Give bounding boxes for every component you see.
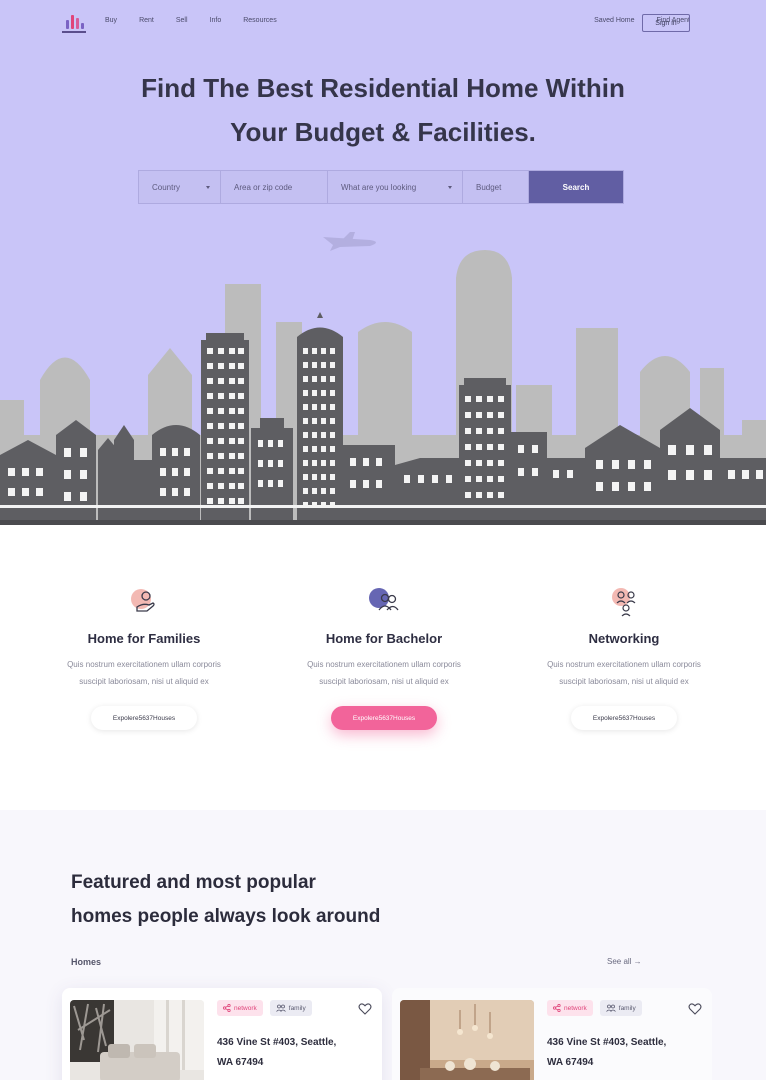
home-tags: network family: [217, 1000, 312, 1016]
feature-title: Home for Families: [87, 631, 201, 646]
looking-for-label: What are you looking: [341, 182, 417, 192]
people-icon: [367, 585, 401, 619]
tag-network[interactable]: network: [547, 1000, 593, 1016]
heart-icon[interactable]: [358, 1002, 372, 1016]
hero-headline: Find The Best Residential Home Within Yo…: [0, 66, 766, 154]
feature-card-networking: Networking Quis nostrum exercitationem u…: [534, 585, 714, 730]
budget-label: Budget: [476, 182, 502, 192]
airplane-icon: [323, 232, 376, 251]
share-icon: [223, 1004, 231, 1012]
tag-label: family: [288, 1004, 306, 1012]
home-address-line1: 436 Vine St #403, Seattle,: [547, 1037, 667, 1048]
home-address-line1: 436 Vine St #403, Seattle,: [217, 1037, 337, 1048]
chevron-down-icon: [448, 186, 452, 189]
home-photo-dining-room: [400, 1000, 534, 1080]
feature-description: Quis nostrum exercitationem ullam corpor…: [307, 660, 461, 686]
explore-houses-button[interactable]: Expolere5637Houses: [571, 706, 677, 730]
nav-link-buy[interactable]: Buy: [105, 17, 117, 24]
see-all-link[interactable]: See all →: [607, 957, 642, 966]
home-photo-living-room: [70, 1000, 204, 1080]
home-tags: network family: [547, 1000, 642, 1016]
tag-family[interactable]: family: [269, 1000, 312, 1016]
nav-link-sell[interactable]: Sell: [176, 17, 188, 24]
feature-description: Quis nostrum exercitationem ullam corpor…: [547, 660, 701, 686]
nav-link-rent[interactable]: Rent: [139, 17, 154, 24]
home-address-line2: WA 67494: [217, 1057, 264, 1068]
area-zip-placeholder: Area or zip code: [234, 182, 293, 192]
nav-links: Buy Rent Sell Info Resources: [105, 17, 277, 24]
features-section: Home for Families Quis nostrum exercitat…: [0, 525, 766, 810]
tag-label: network: [564, 1004, 587, 1012]
share-icon: [553, 1004, 561, 1012]
people-icon: [275, 1004, 286, 1012]
section-title-line2: homes people always look around: [71, 906, 381, 927]
search-button[interactable]: Search: [529, 171, 623, 203]
country-select-label: Country: [152, 182, 181, 192]
tag-family[interactable]: family: [599, 1000, 642, 1016]
people-icon: [605, 1004, 616, 1012]
feature-card-bachelor: Home for Bachelor Quis nostrum exercitat…: [294, 585, 474, 730]
hero-headline-line1: Find The Best Residential Home Within: [141, 73, 625, 103]
home-address: 436 Vine St #403, Seattle, WA 67494: [547, 1033, 707, 1073]
feature-title: Networking: [588, 631, 660, 646]
home-address: 436 Vine St #403, Seattle, WA 67494: [217, 1033, 377, 1073]
nav-link-info[interactable]: Info: [210, 17, 222, 24]
budget-input[interactable]: Budget: [463, 171, 529, 203]
area-zip-input[interactable]: Area or zip code: [221, 171, 328, 203]
family-hand-icon: [127, 585, 161, 619]
looking-for-select[interactable]: What are you looking: [328, 171, 463, 203]
nav-link-resources[interactable]: Resources: [243, 17, 276, 24]
logo[interactable]: [62, 11, 86, 33]
feature-description: Quis nostrum exercitationem ullam corpor…: [67, 660, 221, 686]
search-bar: Country Area or zip code What are you lo…: [138, 170, 624, 204]
featured-homes-section: Featured and most popular homes people a…: [0, 810, 766, 1080]
sign-in-button[interactable]: Sign in: [642, 14, 690, 32]
heart-icon[interactable]: [688, 1002, 702, 1016]
chevron-down-icon: [206, 186, 210, 189]
home-card[interactable]: network family 436 Vine St #403, Seattle…: [62, 988, 382, 1080]
hero-headline-line2: Your Budget & Facilities.: [230, 117, 536, 147]
network-people-icon: [607, 585, 641, 619]
country-select[interactable]: Country: [139, 171, 221, 203]
explore-houses-button[interactable]: Expolere5637Houses: [91, 706, 197, 730]
top-nav: Buy Rent Sell Info Resources Saved Home …: [0, 0, 766, 46]
tag-network[interactable]: network: [217, 1000, 263, 1016]
section-title: Featured and most popular homes people a…: [71, 866, 431, 934]
city-skyline-illustration: [0, 232, 766, 525]
section-title-line1: Featured and most popular: [71, 872, 316, 893]
tag-label: family: [618, 1004, 636, 1012]
feature-card-families: Home for Families Quis nostrum exercitat…: [54, 585, 234, 730]
home-address-line2: WA 67494: [547, 1057, 594, 1068]
nav-link-saved-home[interactable]: Saved Home: [594, 17, 634, 24]
feature-title: Home for Bachelor: [325, 631, 443, 646]
explore-houses-button[interactable]: Expolere5637Houses: [331, 706, 437, 730]
homes-label: Homes: [71, 957, 102, 967]
hero-section: Buy Rent Sell Info Resources Saved Home …: [0, 0, 766, 525]
home-card[interactable]: network family 436 Vine St #403, Seattle…: [392, 988, 712, 1080]
tag-label: network: [234, 1004, 257, 1012]
